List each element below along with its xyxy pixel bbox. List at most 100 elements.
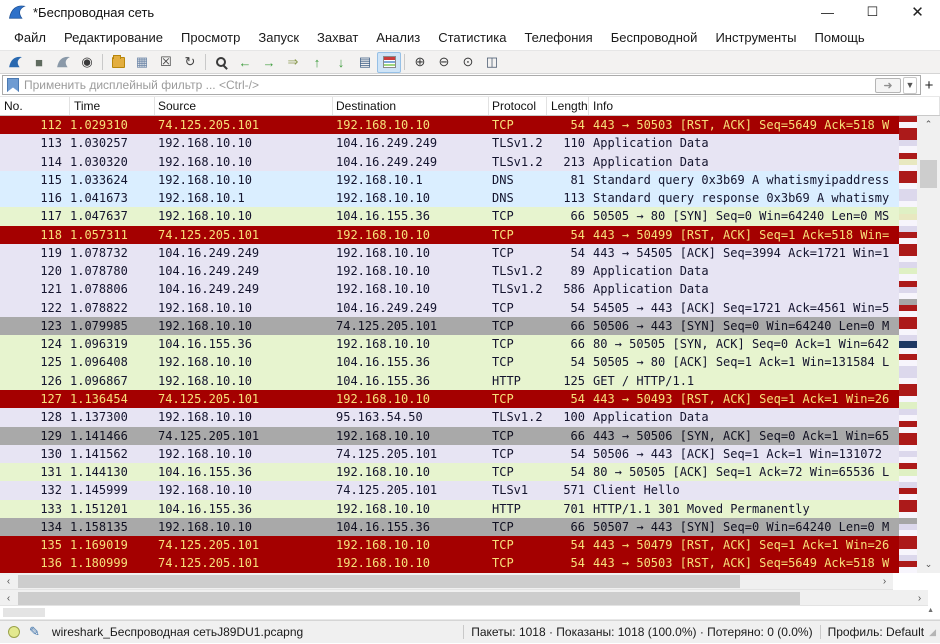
detail-pane-scroll-stub[interactable] — [3, 608, 45, 617]
menu-item[interactable]: Беспроводной — [602, 26, 707, 49]
packet-row[interactable]: 1131.030257192.168.10.10104.16.249.249TL… — [0, 134, 899, 152]
cell-time: 1.078822 — [70, 299, 155, 317]
auto-scroll-icon[interactable]: ▤ — [353, 52, 377, 73]
cell-info: Standard query 0x3b69 A whatismyipaddres… — [589, 171, 899, 189]
scroll-up-icon[interactable]: ⌃ — [917, 116, 940, 133]
expert-info-icon[interactable] — [8, 626, 20, 638]
close-file-icon[interactable]: ☒ — [154, 52, 178, 73]
horizontal-scroll-thumb[interactable] — [18, 592, 800, 605]
go-to-packet-icon[interactable]: ⇒ — [281, 52, 305, 73]
packet-row[interactable]: 1361.18099974.125.205.101192.168.10.10TC… — [0, 554, 899, 572]
packet-row[interactable]: 1161.041673192.168.10.1192.168.10.10DNS1… — [0, 189, 899, 207]
title-bar: *Беспроводная сеть — ☐ ✕ — [0, 0, 940, 24]
packet-row[interactable]: 1171.047637192.168.10.10104.16.155.36TCP… — [0, 207, 899, 225]
go-back-icon[interactable]: ← — [233, 52, 257, 73]
packet-row[interactable]: 1281.137300192.168.10.1095.163.54.50TLSv… — [0, 408, 899, 426]
minimize-button[interactable]: — — [805, 0, 850, 24]
scroll-left-icon[interactable]: ‹ — [0, 590, 17, 606]
packet-row[interactable]: 1341.158135192.168.10.10104.16.155.36TCP… — [0, 518, 899, 536]
column-header-destination[interactable]: Destination — [333, 97, 489, 115]
packet-row[interactable]: 1241.096319104.16.155.36192.168.10.10TCP… — [0, 335, 899, 353]
resize-grip[interactable]: ◢ — [929, 627, 936, 638]
column-header-no[interactable]: No. — [0, 97, 70, 115]
packet-row[interactable]: 1311.144130104.16.155.36192.168.10.10TCP… — [0, 463, 899, 481]
packet-row[interactable]: 1141.030320192.168.10.10104.16.249.249TL… — [0, 153, 899, 171]
go-bottom-icon[interactable]: ↓ — [329, 52, 353, 73]
horizontal-scrollbar-list[interactable]: ‹ › — [0, 573, 893, 590]
packet-row[interactable]: 1181.05731174.125.205.101192.168.10.10TC… — [0, 226, 899, 244]
cell-proto: TCP — [489, 226, 547, 244]
zoom-out-icon[interactable]: ⊖ — [432, 52, 456, 73]
add-filter-button[interactable]: + — [921, 77, 937, 94]
packet-row[interactable]: 1261.096867192.168.10.10104.16.155.36HTT… — [0, 372, 899, 390]
close-button[interactable]: ✕ — [895, 0, 940, 24]
horizontal-scroll-thumb[interactable] — [18, 575, 740, 588]
menu-item[interactable]: Статистика — [429, 26, 515, 49]
toolbar-separator — [102, 54, 103, 70]
reload-file-icon[interactable]: ↻ — [178, 52, 202, 73]
filter-dropdown-caret[interactable]: ▼ — [903, 77, 917, 94]
menu-item[interactable]: Помощь — [806, 26, 874, 49]
packet-row[interactable]: 1151.033624192.168.10.10192.168.10.1DNS8… — [0, 171, 899, 189]
column-header-time[interactable]: Time — [70, 97, 155, 115]
packet-row[interactable]: 1351.16901974.125.205.101192.168.10.10TC… — [0, 536, 899, 554]
scroll-down-icon[interactable]: ⌄ — [917, 556, 940, 573]
scroll-left-icon[interactable]: ‹ — [0, 573, 17, 589]
packet-row[interactable]: 1211.078806104.16.249.249192.168.10.10TL… — [0, 280, 899, 298]
menu-item[interactable]: Телефония — [515, 26, 601, 49]
packet-row[interactable]: 1251.096408192.168.10.10104.16.155.36TCP… — [0, 353, 899, 371]
packet-row[interactable]: 1321.145999192.168.10.1074.125.205.101TL… — [0, 481, 899, 499]
packet-row[interactable]: 1221.078822192.168.10.10104.16.249.249TC… — [0, 299, 899, 317]
cell-len: 54 — [547, 463, 589, 481]
column-header-info[interactable]: Info — [589, 97, 940, 115]
packet-row[interactable]: 1291.14146674.125.205.101192.168.10.10TC… — [0, 427, 899, 445]
packet-row[interactable]: 1271.13645474.125.205.101192.168.10.10TC… — [0, 390, 899, 408]
pane-scroll-up-icon[interactable]: ▲ — [927, 607, 934, 614]
packet-row[interactable]: 1331.151201104.16.155.36192.168.10.10HTT… — [0, 500, 899, 518]
scroll-right-icon[interactable]: › — [911, 590, 928, 606]
menu-item[interactable]: Захват — [308, 26, 367, 49]
horizontal-scrollbar-secondary[interactable]: ‹ › — [0, 590, 928, 606]
packet-row[interactable]: 1191.078732104.16.249.249192.168.10.10TC… — [0, 244, 899, 262]
filter-bookmark-icon[interactable] — [7, 78, 19, 92]
packet-row[interactable]: 1201.078780104.16.249.249192.168.10.10TL… — [0, 262, 899, 280]
go-forward-icon[interactable]: → — [257, 52, 281, 73]
resize-columns-icon[interactable]: ◫ — [480, 52, 504, 73]
display-filter-input[interactable]: Применить дисплейный фильтр ... <Ctrl-/>… — [2, 75, 921, 95]
capture-options-icon[interactable]: ◉ — [75, 52, 99, 73]
colorize-icon[interactable] — [377, 52, 401, 73]
find-packet-icon[interactable] — [209, 52, 233, 73]
save-file-icon[interactable]: ▦ — [130, 52, 154, 73]
column-header-protocol[interactable]: Protocol — [489, 97, 547, 115]
scroll-right-icon[interactable]: › — [876, 573, 893, 589]
menu-item[interactable]: Инструменты — [706, 26, 805, 49]
cell-dst: 192.168.10.10 — [333, 390, 489, 408]
cell-len: 100 — [547, 408, 589, 426]
vertical-scroll-thumb[interactable] — [920, 160, 937, 188]
menu-item[interactable]: Анализ — [367, 26, 429, 49]
packet-minimap[interactable] — [899, 116, 917, 573]
vertical-scrollbar[interactable]: ⌃ ⌄ — [917, 116, 940, 573]
stop-capture-icon[interactable]: ■ — [27, 52, 51, 73]
zoom-normal-icon[interactable]: ⊙ — [456, 52, 480, 73]
packet-row[interactable]: 1121.02931074.125.205.101192.168.10.10TC… — [0, 116, 899, 134]
capture-comment-icon[interactable]: ✎ — [29, 624, 40, 640]
cell-no: 126 — [0, 372, 70, 390]
open-file-icon[interactable] — [106, 52, 130, 73]
start-capture-icon[interactable] — [3, 52, 27, 73]
menu-item[interactable]: Файл — [5, 26, 55, 49]
column-header-length[interactable]: Length — [547, 97, 589, 115]
restart-capture-icon[interactable] — [51, 52, 75, 73]
zoom-in-icon[interactable]: ⊕ — [408, 52, 432, 73]
go-top-icon[interactable]: ↑ — [305, 52, 329, 73]
packet-row[interactable]: 1231.079985192.168.10.1074.125.205.101TC… — [0, 317, 899, 335]
cell-time: 1.078732 — [70, 244, 155, 262]
menu-item[interactable]: Запуск — [249, 26, 308, 49]
column-header-source[interactable]: Source — [155, 97, 333, 115]
menu-item[interactable]: Редактирование — [55, 26, 172, 49]
maximize-button[interactable]: ☐ — [850, 0, 895, 24]
apply-filter-button[interactable]: ➜ — [875, 78, 901, 93]
packet-row[interactable]: 1301.141562192.168.10.1074.125.205.101TC… — [0, 445, 899, 463]
menu-item[interactable]: Просмотр — [172, 26, 249, 49]
profile-label[interactable]: Профиль: Default — [828, 625, 925, 639]
